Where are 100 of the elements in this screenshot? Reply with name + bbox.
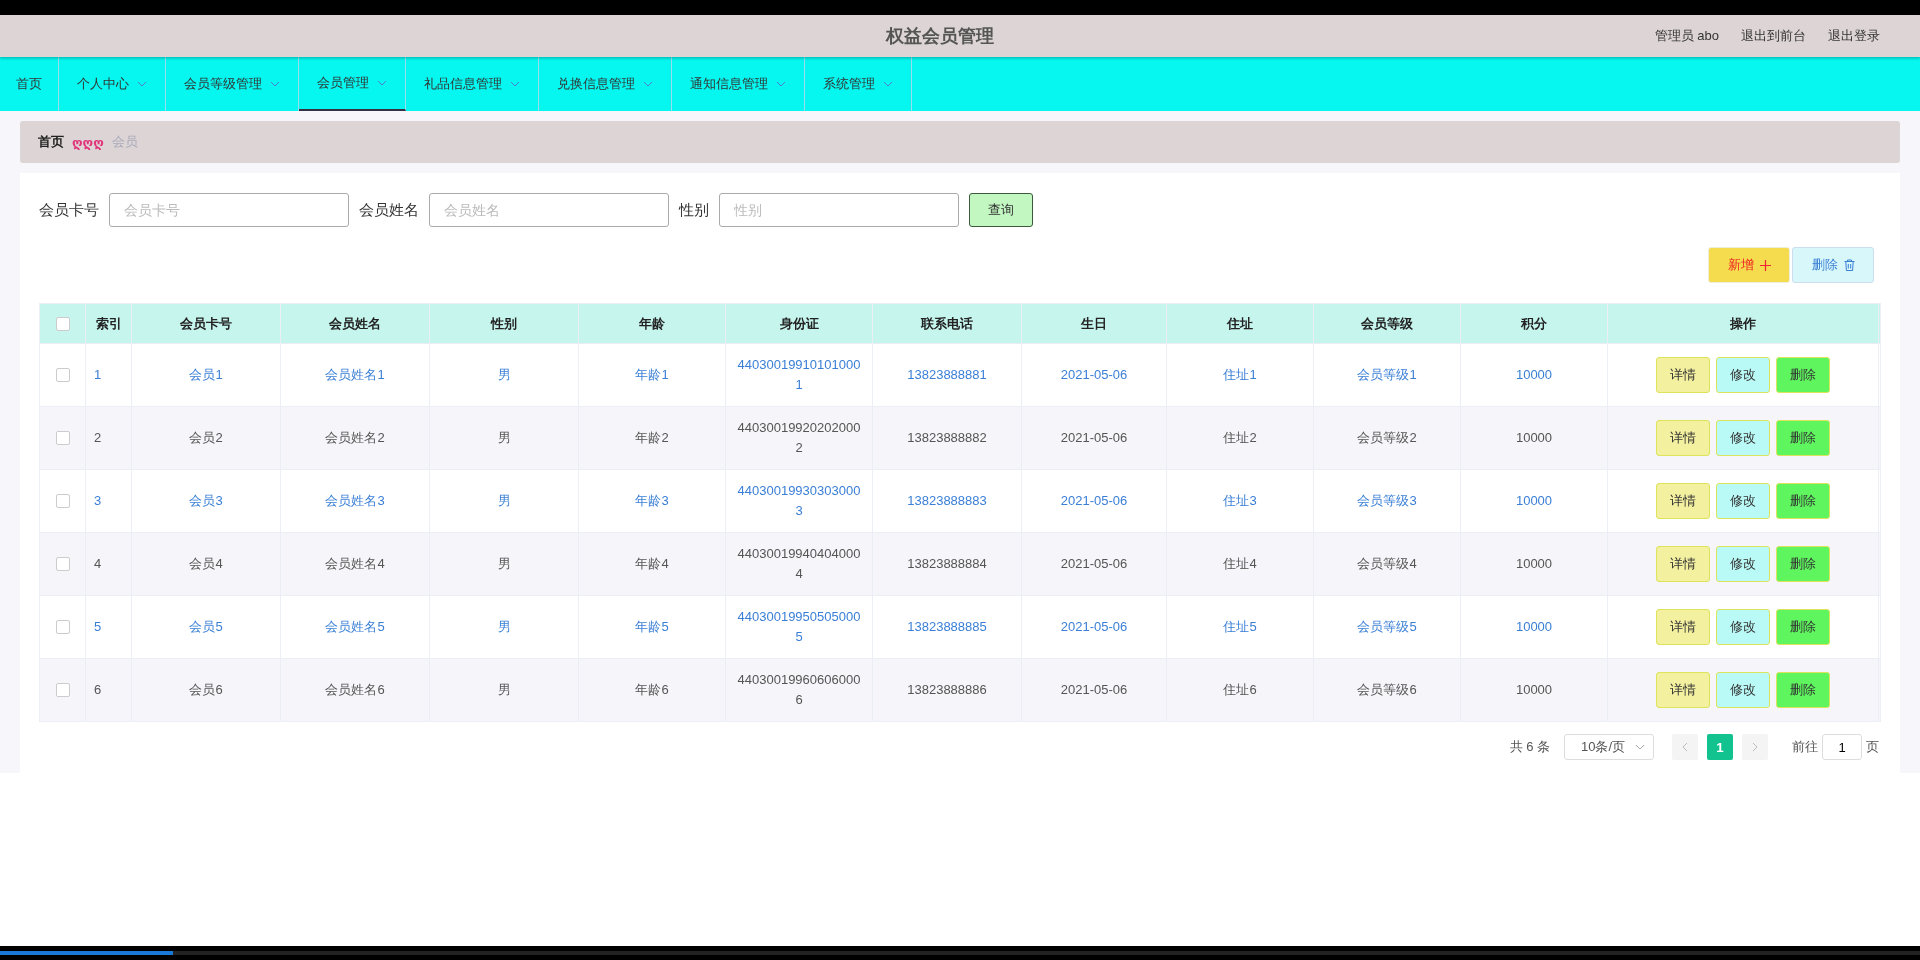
row-action-button[interactable]: 删除 — [1776, 609, 1830, 645]
table-cell-text: 会员姓名6 — [325, 681, 385, 699]
table-cell-text: 5 — [94, 618, 102, 636]
table-cell-text: 440300199202020002 — [736, 419, 862, 457]
table-cell-text: 会员2 — [189, 429, 223, 447]
table-cell-text: 440300199606060006 — [736, 671, 862, 709]
row-action-button[interactable]: 删除 — [1776, 546, 1830, 582]
table-cell-text: 会员姓名4 — [325, 555, 385, 573]
row-checkbox[interactable] — [55, 368, 70, 382]
table-cell-text: 男 — [497, 492, 511, 510]
table-cell-text: 10000 — [1515, 555, 1553, 573]
row-action-button[interactable]: 修改 — [1716, 546, 1770, 582]
row-checkbox[interactable] — [55, 557, 70, 571]
total-count: 共 6 条 — [1509, 738, 1550, 756]
goto-page-field[interactable]: 1 — [1822, 734, 1862, 760]
breadcrumb-link[interactable]: 首页 — [38, 133, 64, 151]
row-checkbox[interactable] — [55, 620, 70, 634]
table-cell-text: 会员等级2 — [1357, 429, 1417, 447]
search-field[interactable]: 会员卡号 — [109, 193, 349, 227]
previous-page-button[interactable] — [1672, 734, 1698, 760]
row-action-button[interactable]: 详情 — [1656, 483, 1710, 519]
table-cell-text: 会员6 — [189, 681, 223, 699]
field-label: 会员姓名 — [359, 200, 419, 220]
table-cell-text: 会员姓名2 — [325, 429, 385, 447]
chevron-icon — [1635, 744, 1645, 750]
row-action-button[interactable]: 修改 — [1716, 483, 1770, 519]
row-checkbox[interactable] — [55, 494, 70, 508]
table-cell-text: 会员等级1 — [1357, 366, 1417, 384]
chevron-right-icon — [1752, 742, 1758, 752]
table-cell-text: 年龄1 — [635, 366, 669, 384]
row-action-button[interactable]: 删除 — [1776, 420, 1830, 456]
row-action-button[interactable]: 详情 — [1656, 357, 1710, 393]
chevron-left-icon — [1682, 742, 1688, 752]
table-cell-text: 男 — [497, 618, 511, 636]
next-page-button[interactable] — [1742, 734, 1768, 760]
delete-button[interactable]: 删除 — [1792, 247, 1874, 283]
field-label: 会员卡号 — [39, 200, 99, 220]
user-label: 管理员 abo — [1654, 27, 1719, 45]
progress-track[interactable] — [0, 951, 1920, 955]
search-field[interactable]: 性别 — [719, 193, 959, 227]
breadcrumb-separator: ღღღ — [72, 134, 104, 150]
row-action-button[interactable]: 详情 — [1656, 609, 1710, 645]
table-cell-text: 住址6 — [1223, 681, 1257, 699]
table-cell-text: 男 — [497, 366, 511, 384]
table-cell-text: 2021-05-06 — [1060, 492, 1128, 510]
table-cell-text: 会员5 — [189, 618, 223, 636]
table-cell-text: 2021-05-06 — [1060, 429, 1128, 447]
table-cell-text: 男 — [497, 429, 511, 447]
table-cell-text: 年龄2 — [635, 429, 669, 447]
table-cell-text: 4 — [94, 555, 102, 573]
table-cell-text: 男 — [497, 681, 511, 699]
table-cell-text: 会员等级4 — [1357, 555, 1417, 573]
table-cell-text: 10000 — [1515, 429, 1553, 447]
search-button[interactable]: 查询 — [969, 193, 1033, 227]
select-all-checkbox[interactable] — [55, 316, 70, 331]
row-action-button[interactable]: 修改 — [1716, 357, 1770, 393]
table-cell-text: 13823888881 — [907, 366, 987, 384]
row-action-button[interactable]: 删除 — [1776, 483, 1830, 519]
table-cell-text: 2021-05-06 — [1060, 681, 1128, 699]
page-size-select[interactable]: 10条/页 — [1564, 734, 1654, 760]
goto-suffix: 页 — [1866, 738, 1879, 756]
table-cell-text: 440300199505050005 — [736, 608, 862, 646]
row-action-button[interactable]: 修改 — [1716, 672, 1770, 708]
table-cell-text: 年龄5 — [635, 618, 669, 636]
row-action-button[interactable]: 详情 — [1656, 672, 1710, 708]
table-cell-text: 会员4 — [189, 555, 223, 573]
table-cell-text: 13823888885 — [907, 618, 987, 636]
table-cell-text: 13823888884 — [907, 555, 987, 573]
table-cell-text: 年龄3 — [635, 492, 669, 510]
trash-icon — [1843, 259, 1855, 271]
table-cell-text: 会员1 — [189, 366, 223, 384]
row-action-button[interactable]: 详情 — [1656, 546, 1710, 582]
row-action-button[interactable]: 详情 — [1656, 420, 1710, 456]
table-cell-text: 10000 — [1515, 618, 1553, 636]
table-cell-text: 年龄6 — [635, 681, 669, 699]
table-cell-text: 2 — [94, 429, 102, 447]
table-cell-text: 会员等级5 — [1357, 618, 1417, 636]
row-checkbox[interactable] — [55, 683, 70, 697]
table-cell-text: 440300199303030003 — [736, 482, 862, 520]
table-cell-text: 会员姓名5 — [325, 618, 385, 636]
table-cell-text: 10000 — [1515, 492, 1553, 510]
search-field[interactable]: 会员姓名 — [429, 193, 669, 227]
header-link[interactable]: 退出登录 — [1828, 27, 1880, 45]
table-cell-text: 6 — [94, 681, 102, 699]
table-cell-text: 13823888882 — [907, 429, 987, 447]
table-cell-text: 会员等级6 — [1357, 681, 1417, 699]
table-cell-text: 会员3 — [189, 492, 223, 510]
row-action-button[interactable]: 修改 — [1716, 609, 1770, 645]
table-cell-text: 男 — [497, 555, 511, 573]
row-checkbox[interactable] — [55, 431, 70, 445]
table-cell-text: 2021-05-06 — [1060, 618, 1128, 636]
row-action-button[interactable]: 修改 — [1716, 420, 1770, 456]
row-action-button[interactable]: 删除 — [1776, 672, 1830, 708]
header-link[interactable]: 退出到前台 — [1741, 27, 1806, 45]
table-cell-text: 440300199101010001 — [736, 356, 862, 394]
table-cell-text: 住址3 — [1223, 492, 1257, 510]
row-action-button[interactable]: 删除 — [1776, 357, 1830, 393]
table-cell-text: 1 — [94, 366, 102, 384]
table-cell-text: 2021-05-06 — [1060, 555, 1128, 573]
site-title: 权益会员管理 — [886, 25, 994, 48]
